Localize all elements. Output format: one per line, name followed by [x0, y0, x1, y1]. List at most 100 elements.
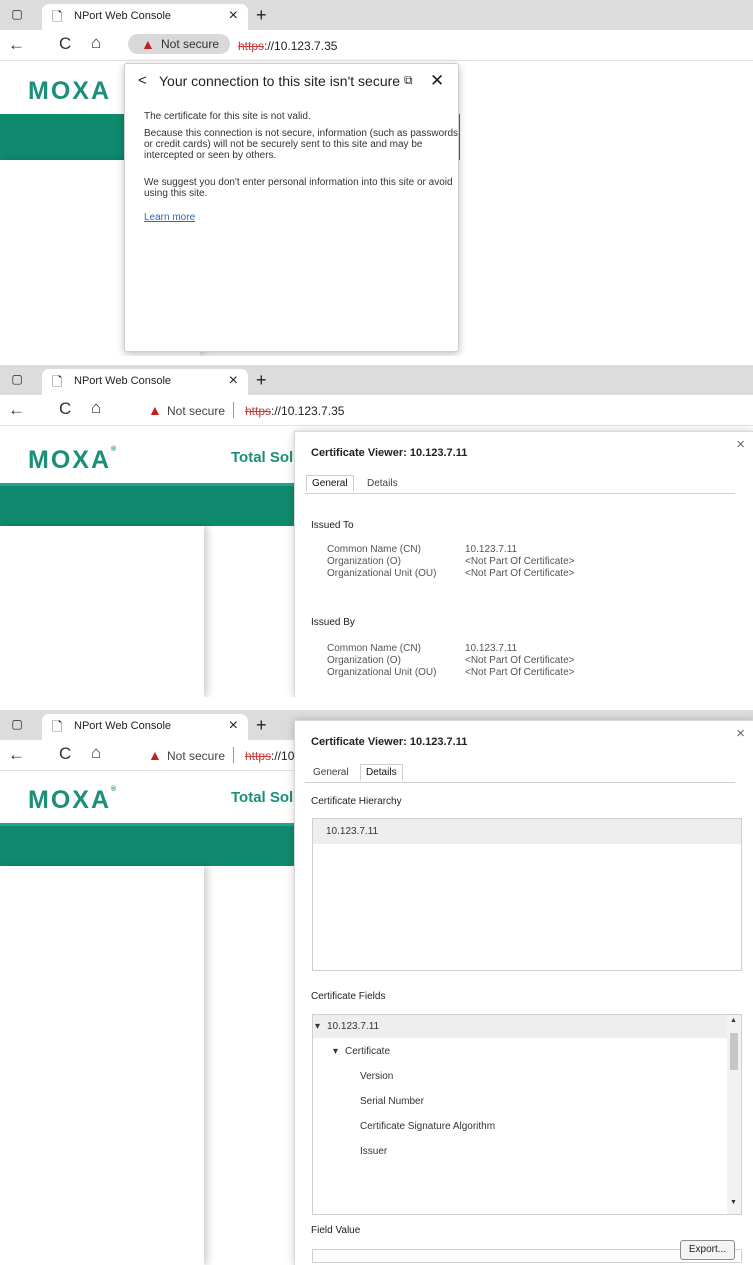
field-certificate[interactable]: Certificate	[345, 1046, 390, 1057]
browser-tab[interactable]: 🗋 NPort Web Console ×	[42, 4, 248, 30]
fields-scrollbar[interactable]: ▲ ▼	[727, 1015, 741, 1214]
new-tab-icon[interactable]: +	[256, 715, 267, 736]
scrollbar-thumb[interactable]	[730, 1033, 738, 1070]
back-arrow-icon[interactable]: ←	[8, 400, 25, 420]
issued-by-heading: Issued By	[311, 617, 355, 628]
browser-tab[interactable]: 🗋 NPort Web Console ×	[42, 369, 248, 395]
close-tab-icon[interactable]: ×	[229, 7, 238, 25]
back-arrow-icon[interactable]: ←	[8, 745, 25, 765]
home-icon[interactable]: ⌂	[91, 398, 101, 418]
refresh-icon[interactable]: C	[59, 744, 71, 764]
export-button[interactable]: Export...	[680, 1240, 735, 1260]
new-tab-icon[interactable]: +	[256, 370, 267, 391]
learn-more-link[interactable]: Learn more	[144, 212, 459, 223]
close-icon[interactable]: ×	[736, 725, 745, 742]
url-field[interactable]: https://10.123.7.35	[238, 39, 337, 53]
tab-divider	[305, 493, 735, 494]
close-icon[interactable]: ×	[736, 436, 745, 453]
browser-tab[interactable]: 🗋 NPort Web Console ×	[42, 714, 248, 740]
close-tab-icon[interactable]: ×	[229, 717, 238, 735]
field-issuer[interactable]: Issuer	[360, 1146, 387, 1157]
hierarchy-item[interactable]: 10.123.7.11	[326, 826, 378, 837]
issued-to-common-name-label: Common Name (CN)	[327, 544, 421, 555]
browser-tab-strip: ▢ 🗋 NPort Web Console × +	[0, 0, 753, 30]
security-label[interactable]: Not secure	[167, 404, 225, 418]
field-root[interactable]: 10.123.7.11	[327, 1021, 379, 1032]
address-bar: ← C ⌂ ▲ Not secure https://10.123.7.35	[0, 30, 753, 61]
tab-actions-icon[interactable]: ▢	[10, 7, 24, 21]
issued-by-common-name-value: 10.123.7.11	[465, 643, 518, 654]
browser-panel-certificate-details: ▢ 🗋 NPort Web Console × + ← C ⌂ ▲ Not se…	[0, 710, 753, 1265]
certificate-fields-label: Certificate Fields	[311, 991, 386, 1002]
close-icon[interactable]: ✕	[430, 71, 444, 91]
tab-general[interactable]: General	[306, 475, 354, 492]
refresh-icon[interactable]: C	[59, 399, 71, 419]
tab-title: NPort Web Console	[74, 720, 172, 732]
address-bar: ← C ⌂ ▲ Not secure https://10.123.7.35	[0, 395, 753, 426]
issued-by-organization-value: <Not Part Of Certificate>	[465, 655, 575, 666]
close-tab-icon[interactable]: ×	[229, 372, 238, 390]
browser-tab-strip: ▢ 🗋 NPort Web Console × +	[0, 365, 753, 395]
certificate-hierarchy-list[interactable]: 10.123.7.11	[312, 818, 742, 971]
tab-divider	[305, 782, 735, 783]
home-icon[interactable]: ⌂	[91, 33, 101, 53]
warning-icon[interactable]: ▲	[148, 402, 162, 418]
field-value-label: Field Value	[311, 1225, 361, 1236]
connection-warning-text: Because this connection is not secure, i…	[144, 128, 459, 161]
back-arrow-icon[interactable]: ←	[8, 35, 25, 55]
browser-panel-site-info: ▢ 🗋 NPort Web Console × + ← C ⌂ ▲ Not se…	[0, 0, 753, 356]
address-separator	[233, 402, 234, 418]
field-value-box[interactable]	[312, 1249, 742, 1263]
certificate-fields-list[interactable]: ▾ 10.123.7.11 ▾ Certificate Version Seri…	[312, 1014, 742, 1215]
refresh-icon[interactable]: C	[59, 34, 71, 54]
site-security-popup: < Your connection to this site isn't sec…	[124, 63, 459, 352]
issued-to-unit-label: Organizational Unit (OU)	[327, 568, 437, 579]
expanded-chevron-icon: ▾	[333, 1046, 339, 1057]
site-banner	[0, 826, 294, 866]
home-icon[interactable]: ⌂	[91, 743, 101, 763]
site-heading: Total Solu	[231, 449, 303, 466]
page-icon: 🗋	[52, 719, 63, 734]
issued-to-organization-value: <Not Part Of Certificate>	[465, 556, 575, 567]
field-serial-number[interactable]: Serial Number	[360, 1096, 424, 1107]
tab-details[interactable]: Details	[367, 478, 398, 489]
security-popup-title: Your connection to this site isn't secur…	[159, 73, 401, 89]
page-icon: 🗋	[52, 374, 63, 389]
field-version[interactable]: Version	[360, 1071, 393, 1082]
field-signature-algorithm[interactable]: Certificate Signature Algorithm	[360, 1121, 495, 1132]
security-label[interactable]: Not secure	[167, 749, 225, 763]
certificate-hierarchy-label: Certificate Hierarchy	[311, 796, 402, 807]
back-chevron-icon[interactable]: <	[138, 72, 147, 89]
site-left-column	[0, 866, 204, 1265]
tab-title: NPort Web Console	[74, 10, 172, 22]
warning-icon[interactable]: ▲	[148, 747, 162, 763]
tab-actions-icon[interactable]: ▢	[10, 372, 24, 386]
issued-by-organization-label: Organization (O)	[327, 655, 401, 666]
certificate-warning-text: The certificate for this site is not val…	[144, 111, 311, 122]
issued-by-common-name-label: Common Name (CN)	[327, 643, 421, 654]
scroll-down-icon[interactable]: ▼	[730, 1199, 737, 1206]
scroll-up-icon[interactable]: ▲	[730, 1017, 737, 1024]
tab-general[interactable]: General	[313, 767, 349, 778]
url-field[interactable]: https://10.123.7.35	[245, 404, 344, 418]
issued-by-unit-label: Organizational Unit (OU)	[327, 667, 437, 678]
expanded-chevron-icon: ▾	[315, 1021, 321, 1032]
registered-mark: ®	[111, 786, 119, 793]
browser-panel-certificate-general: ▢ 🗋 NPort Web Console × + ← C ⌂ ▲ Not se…	[0, 365, 753, 697]
moxa-logo: MOXA	[28, 77, 111, 105]
issued-by-unit-value: <Not Part Of Certificate>	[465, 667, 575, 678]
new-tab-icon[interactable]: +	[256, 5, 267, 26]
certificate-viewer-title: Certificate Viewer: 10.123.7.11	[311, 447, 468, 459]
issued-to-organization-label: Organization (O)	[327, 556, 401, 567]
certificate-viewer-dialog: Certificate Viewer: 10.123.7.11 × Genera…	[294, 720, 753, 1265]
certificate-icon[interactable]: ⧉	[404, 73, 413, 88]
page-icon: 🗋	[52, 9, 63, 24]
security-label: Not secure	[161, 37, 220, 51]
tab-details[interactable]: Details	[360, 764, 403, 781]
security-indicator-button[interactable]: ▲ Not secure	[128, 34, 230, 54]
certificate-viewer-dialog: Certificate Viewer: 10.123.7.11 × Genera…	[294, 431, 753, 697]
site-banner	[0, 486, 294, 526]
site-left-column	[0, 526, 204, 697]
recommendation-text: We suggest you don't enter personal info…	[144, 177, 453, 199]
tab-actions-icon[interactable]: ▢	[10, 717, 24, 731]
